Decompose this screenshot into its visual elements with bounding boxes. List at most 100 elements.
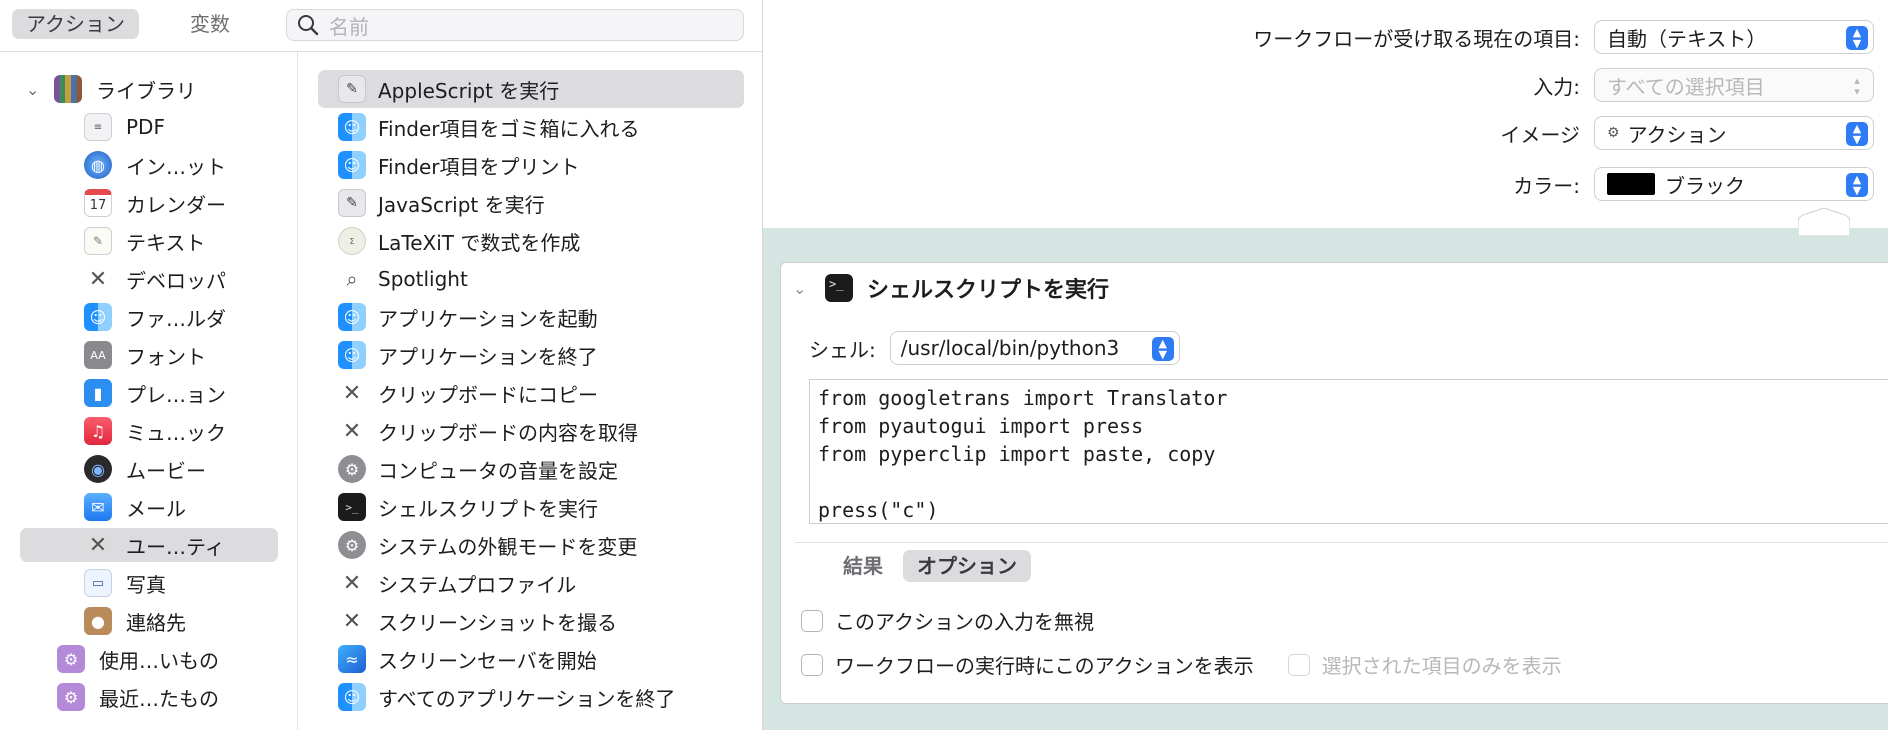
action-item[interactable]: ✕ スクリーンショットを撮る [318,602,744,640]
finder-icon: ☺ [338,303,366,331]
action-label: システムプロファイル [378,572,577,597]
smart-folder-recently-added[interactable]: ⚙ 最近…たもの [0,678,296,716]
action-label: スクリーンセーバを開始 [378,648,597,673]
chevron-updown-icon: ▲ ▼ [1846,173,1868,197]
library-item-photos[interactable]: ▭ 写真 [0,564,296,602]
library-item-utilities[interactable]: ✕ ユー…ティ [0,526,296,564]
action-label: すべてのアプリケーションを終了 [378,686,676,711]
library-item-contacts[interactable]: ● 連絡先 [0,602,296,640]
library-item-mail[interactable]: ✉ メール [0,488,296,526]
system-preferences-icon: ⚙ [338,455,366,483]
library-item-label: 使用…いもの [99,648,219,673]
shell-row: シェル: /usr/local/bin/python3 ▲ ▼ [809,331,1180,365]
action-label: システムの外観モードを変更 [378,534,638,559]
library-item-label: PDF [126,115,165,139]
show-when-run-label: ワークフローの実行時にこのアクションを表示 [835,654,1254,678]
action-item[interactable]: ✕ システムプロファイル [318,564,744,602]
action-item[interactable]: ✎ AppleScript を実行 [318,70,744,108]
action-label: Spotlight [378,267,468,291]
library-root-row[interactable]: ⌄ ライブラリ [0,70,296,108]
options-tab[interactable]: オプション [903,550,1031,582]
shell-script-action-card: ⌄ >_ シェルスクリプトを実行 シェル: /usr/local/bin/pyt… [780,262,1888,704]
action-item[interactable]: ✎ JavaScript を実行 [318,184,744,222]
receives-value: 自動（テキスト） [1607,26,1767,51]
input-label: 入力: [1533,74,1580,99]
latexit-icon: Σ [338,227,366,255]
ignore-input-checkbox[interactable] [801,609,823,632]
terminal-icon: >_ [825,274,853,302]
library-item-label: ファ…ルダ [126,306,226,331]
action-item[interactable]: ☺ アプリケーションを終了 [318,336,744,374]
action-item[interactable]: ☺ すべてのアプリケーションを終了 [318,678,744,716]
action-item[interactable]: ☺ Finder項目をプリント [318,146,744,184]
movie-icon: ◉ [84,455,112,483]
library-item-text[interactable]: ✎ テキスト [0,222,296,260]
library-item-music[interactable]: ♫ ミュ…ック [0,412,296,450]
action-card-header: ⌄ >_ シェルスクリプトを実行 [781,263,1888,313]
library-segmented-control: アクション 変数 [12,9,275,39]
action-item[interactable]: ⚙ コンピュータの音量を設定 [318,450,744,488]
library-item-label: 最近…たもの [99,686,219,711]
results-tab[interactable]: 結果 [829,550,897,582]
script-editor[interactable]: from googletrans import Translator from … [809,379,1888,524]
system-preferences-icon: ⚙ [338,531,366,559]
action-item[interactable]: ⚙ システムの外観モードを変更 [318,526,744,564]
action-label: コンピュータの音量を設定 [378,458,618,483]
variables-tab[interactable]: 変数 [145,9,275,39]
action-item[interactable]: ☺ アプリケーションを起動 [318,298,744,336]
card-tabs: 結果 オプション [829,550,1031,582]
automator-window: アクション 変数 名前 ⌄ ライブラリ ≡ PDF ◍ イン…ット 17 カレン… [0,0,1888,730]
image-popup[interactable]: ⚙ アクション ▲ ▼ [1594,116,1874,150]
utilities-icon: ✕ [88,532,108,558]
column-divider[interactable] [297,52,298,730]
action-item[interactable]: ≈ スクリーンセーバを開始 [318,640,744,678]
action-item[interactable]: ✕ クリップボードにコピー [318,374,744,412]
action-item[interactable]: Σ LaTeXiT で数式を作成 [318,222,744,260]
finder-icon: ☺ [338,151,366,179]
chevron-down-icon[interactable]: ⌄ [26,80,48,99]
image-row: イメージ ⚙ アクション ▲ ▼ [1500,116,1874,150]
library-item-label: カレンダー [126,192,226,217]
action-item[interactable]: >_ シェルスクリプトを実行 [318,488,744,526]
library-item-label: テキスト [126,230,206,255]
library-root-label: ライブラリ [96,78,196,103]
library-item-pdf[interactable]: ≡ PDF [0,108,296,146]
library-item-label: フォント [126,344,206,369]
smart-folder-most-used[interactable]: ⚙ 使用…いもの [0,640,296,678]
shell-popup[interactable]: /usr/local/bin/python3 ▲ ▼ [889,331,1180,365]
color-popup[interactable]: ブラック ▲ ▼ [1594,167,1874,201]
chevron-down-icon[interactable]: ⌄ [793,279,819,298]
input-value: すべての選択項目 [1607,74,1765,99]
image-label: イメージ [1500,122,1580,147]
actions-tab[interactable]: アクション [12,9,139,39]
library-item-developer[interactable]: ✕ デベロッパ [0,260,296,298]
chevron-updown-icon: ▲ ▼ [1846,26,1868,50]
receives-popup[interactable]: 自動（テキスト） ▲ ▼ [1594,20,1874,54]
color-swatch [1607,173,1655,195]
mail-icon: ✉ [84,493,112,521]
action-item[interactable]: ☺ Finder項目をゴミ箱に入れる [318,108,744,146]
show-selected-only-label: 選択された項目のみを表示 [1321,654,1562,678]
action-item[interactable]: ⌕ Spotlight [318,260,744,298]
library-item-label: ムービー [126,458,206,483]
library-item-label: ミュ…ック [126,420,226,445]
library-item-files-folders[interactable]: ☺ ファ…ルダ [0,298,296,336]
library-item-internet[interactable]: ◍ イン…ット [0,146,296,184]
action-label: クリップボードの内容を取得 [378,420,638,445]
action-label: クリップボードにコピー [378,382,598,407]
action-label: シェルスクリプトを実行 [378,496,598,521]
color-label: カラー: [1513,173,1580,198]
action-item[interactable]: ✕ クリップボードの内容を取得 [318,412,744,450]
library-item-movies[interactable]: ◉ ムービー [0,450,296,488]
photos-icon: ▭ [84,569,112,597]
show-when-run-checkbox[interactable] [801,653,823,676]
calendar-icon: 17 [84,189,112,217]
library-item-calendar[interactable]: 17 カレンダー [0,184,296,222]
library-tree: ⌄ ライブラリ ≡ PDF ◍ イン…ット 17 カレンダー ✎ テキスト ✕ [0,70,296,716]
finder-icon: ☺ [84,303,112,331]
color-value: ブラック [1665,173,1745,198]
library-item-fonts[interactable]: AA フォント [0,336,296,374]
library-item-presentations[interactable]: ▮ プレ…ョン [0,374,296,412]
search-field[interactable]: 名前 [286,9,744,41]
library-item-label: デベロッパ [126,268,226,293]
